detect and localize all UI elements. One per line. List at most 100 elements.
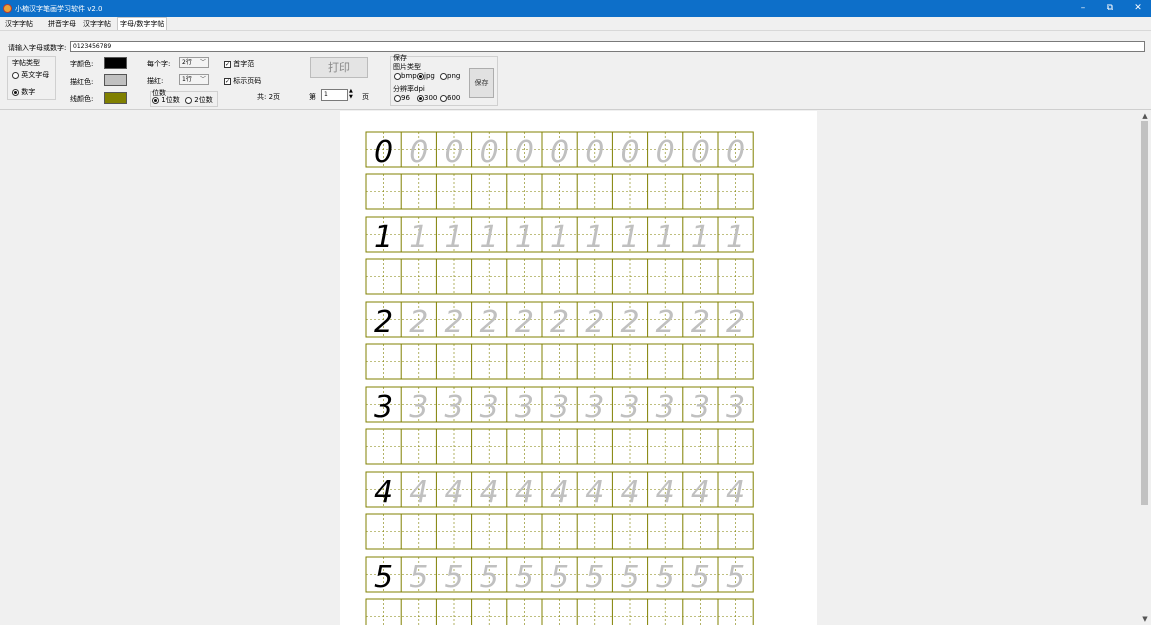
trace-char: 0 bbox=[656, 135, 675, 170]
scroll-up-icon[interactable]: ▲ bbox=[1140, 112, 1150, 121]
png-radio[interactable] bbox=[440, 72, 447, 80]
trace-char: 4 bbox=[444, 475, 463, 510]
trace-char: 1 bbox=[480, 220, 499, 255]
letter-radio[interactable] bbox=[12, 71, 19, 79]
worksheet-grid: 0 0 0 0 0 0 0 0 0 0 01 1 1 1 1 1 1 1 1 1 12 2 2 2 2 2 2 2 2 2 23 3 3 3 3 3 3… bbox=[365, 131, 754, 625]
number-option[interactable]: 数字 bbox=[12, 87, 35, 97]
model-char: 3 bbox=[374, 390, 393, 425]
dpi-300-option[interactable]: 300 bbox=[417, 94, 437, 102]
grid-row bbox=[365, 173, 754, 210]
trace-select[interactable]: 1行 ﹀ bbox=[179, 74, 209, 85]
trace-char: 2 bbox=[409, 305, 428, 340]
page-number-checkbox[interactable]: ✓ bbox=[224, 77, 231, 85]
png-option[interactable]: png bbox=[440, 72, 460, 80]
trace-char: 2 bbox=[656, 305, 675, 340]
grid-row bbox=[365, 343, 754, 380]
trace-char: 1 bbox=[620, 220, 639, 255]
jpg-radio[interactable] bbox=[417, 72, 424, 80]
trace-char: 0 bbox=[726, 135, 745, 170]
tab-letter-number-copybook[interactable]: 字母/数字字帖 bbox=[117, 17, 168, 30]
bmp-option[interactable]: bmp bbox=[394, 72, 417, 80]
dpi-300-radio[interactable] bbox=[417, 94, 424, 102]
trace-char: 3 bbox=[515, 390, 534, 425]
trace-char: 4 bbox=[515, 475, 534, 510]
trace-char: 3 bbox=[585, 390, 604, 425]
grid-row bbox=[365, 598, 754, 625]
per-char-label: 每个字: bbox=[147, 60, 171, 68]
trace-char: 0 bbox=[585, 135, 604, 170]
model-char: 5 bbox=[374, 560, 393, 595]
trace-char: 2 bbox=[585, 305, 604, 340]
grid-row bbox=[365, 428, 754, 465]
close-button[interactable]: ✕ bbox=[1128, 2, 1148, 15]
trace-label: 描红: bbox=[147, 77, 164, 85]
letter-option[interactable]: 英文字母 bbox=[12, 70, 49, 80]
line-color-swatch[interactable] bbox=[104, 92, 127, 104]
trace-char: 2 bbox=[691, 305, 710, 340]
trace-char: 1 bbox=[656, 220, 675, 255]
jpg-option[interactable]: jpg bbox=[417, 72, 435, 80]
trace-char: 5 bbox=[480, 560, 499, 595]
print-button[interactable]: 打印 bbox=[310, 57, 368, 78]
trace-char: 5 bbox=[409, 560, 428, 595]
font-color-swatch[interactable] bbox=[104, 57, 127, 69]
model-char: 0 bbox=[374, 135, 393, 170]
per-char-select[interactable]: 2行 ﹀ bbox=[179, 57, 209, 68]
save-button[interactable]: 保存 bbox=[469, 68, 494, 98]
total-pages: 共: 2页 bbox=[257, 93, 281, 101]
trace-char: 1 bbox=[691, 220, 710, 255]
input-label: 请输入字母或数字: bbox=[8, 44, 67, 52]
trace-char: 0 bbox=[620, 135, 639, 170]
trace-char: 0 bbox=[691, 135, 710, 170]
text-input[interactable]: 0123456789 bbox=[70, 41, 1145, 52]
trace-char: 1 bbox=[726, 220, 745, 255]
trace-char: 5 bbox=[550, 560, 569, 595]
preview-area[interactable]: 0000000000011111111111222222222223333333… bbox=[4, 111, 1139, 625]
scroll-down-icon[interactable]: ▼ bbox=[1140, 615, 1150, 624]
trace-char: 4 bbox=[620, 475, 639, 510]
minimize-button[interactable]: – bbox=[1073, 2, 1093, 15]
image-type-label: 图片类型 bbox=[393, 63, 421, 71]
trace-char: 4 bbox=[726, 475, 745, 510]
scroll-thumb[interactable] bbox=[1141, 121, 1148, 505]
trace-char: 5 bbox=[620, 560, 639, 595]
char-type-label: 字帖类型 bbox=[12, 59, 40, 67]
two-digit-radio[interactable] bbox=[185, 96, 192, 104]
dpi-96-option[interactable]: 96 bbox=[394, 94, 410, 102]
tab-hanzi-copybook[interactable]: 汉字字帖 bbox=[81, 19, 113, 30]
model-char: 4 bbox=[374, 475, 393, 510]
restore-button[interactable]: ⧉ bbox=[1100, 2, 1120, 15]
model-char: 1 bbox=[374, 220, 393, 255]
first-char-checkbox[interactable]: ✓ bbox=[224, 60, 231, 68]
trace-char: 3 bbox=[691, 390, 710, 425]
app-icon bbox=[3, 4, 12, 13]
trace-char: 5 bbox=[726, 560, 745, 595]
trace-char: 1 bbox=[444, 220, 463, 255]
bmp-radio[interactable] bbox=[394, 72, 401, 80]
dpi-600-option[interactable]: 600 bbox=[440, 94, 460, 102]
page-number-input[interactable]: 1 bbox=[321, 89, 348, 101]
page-prefix: 第 bbox=[309, 93, 316, 101]
trace-char: 2 bbox=[480, 305, 499, 340]
tab-pinyin[interactable]: 拼音字母 bbox=[46, 19, 78, 30]
dpi-600-radio[interactable] bbox=[440, 94, 447, 102]
page-number-option[interactable]: ✓ 标示页码 bbox=[224, 76, 261, 86]
dpi-96-radio[interactable] bbox=[394, 94, 401, 102]
trace-char: 0 bbox=[480, 135, 499, 170]
trace-char: 3 bbox=[409, 390, 428, 425]
trace-color-swatch[interactable] bbox=[104, 74, 127, 86]
title-bar: 小楠汉字笔画学习软件 v2.0 – ⧉ ✕ bbox=[0, 0, 1151, 17]
one-digit-option[interactable]: 1位数 bbox=[152, 95, 180, 105]
toolbar: 请输入字母或数字: 0123456789 字帖类型 英文字母 数字 字颜色: 描… bbox=[0, 30, 1151, 110]
one-digit-radio[interactable] bbox=[152, 96, 159, 104]
trace-char: 0 bbox=[515, 135, 534, 170]
tab-hanzi-strokes[interactable]: 汉字字帖 bbox=[3, 19, 35, 30]
two-digit-option[interactable]: 2位数 bbox=[185, 95, 213, 105]
number-radio[interactable] bbox=[12, 88, 19, 96]
page-spinner[interactable]: ▲ ▼ bbox=[349, 88, 353, 100]
first-char-option[interactable]: ✓ 首字范 bbox=[224, 59, 254, 69]
trace-char: 0 bbox=[409, 135, 428, 170]
chevron-down-icon: ﹀ bbox=[199, 59, 206, 66]
trace-char: 3 bbox=[656, 390, 675, 425]
vertical-scrollbar[interactable]: ▲ ▼ bbox=[1139, 111, 1151, 625]
